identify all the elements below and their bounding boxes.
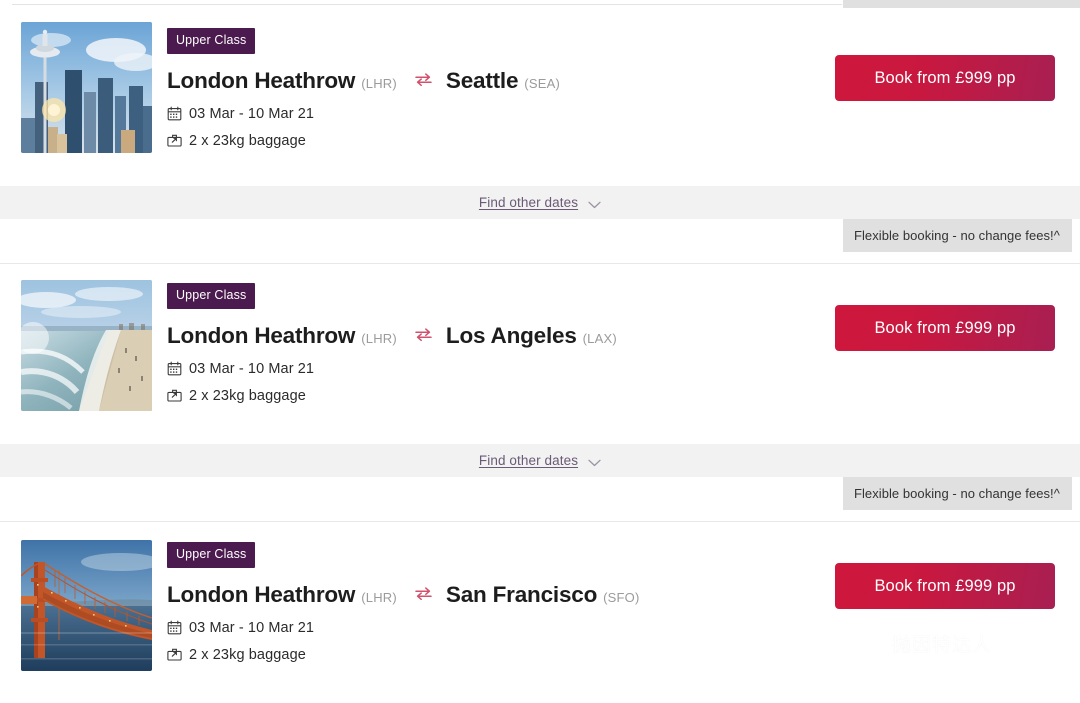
find-other-dates-link[interactable]: Find other dates	[479, 195, 578, 210]
calendar-icon	[167, 106, 182, 121]
origin-airport-code: (LHR)	[361, 75, 397, 91]
top-flexible-badge-remnant	[843, 0, 1080, 8]
origin-city: London Heathrow	[167, 67, 356, 93]
destination-airport-code: (SFO)	[603, 589, 640, 605]
route-line: London Heathrow (LHR) Los Angeles (LAX)	[167, 323, 617, 349]
destination-city: Seattle	[445, 67, 519, 93]
destination-thumbnail	[21, 540, 152, 671]
destination-city: Los Angeles	[445, 322, 577, 348]
origin-airport-code: (LHR)	[361, 330, 397, 346]
baggage-icon	[167, 388, 182, 403]
flexible-booking-strip: Flexible booking - no change fees!^	[0, 477, 1080, 522]
baggage-icon	[167, 133, 182, 148]
book-button[interactable]: Book from £999 pp	[835, 55, 1055, 101]
origin-airport-code: (LHR)	[361, 589, 397, 605]
cabin-class-badge: Upper Class	[167, 28, 256, 54]
flight-details: Upper Class London Heathrow (LHR) Los An…	[167, 283, 617, 404]
calendar-icon	[167, 620, 182, 635]
baggage-row: 2 x 23kg baggage	[167, 133, 560, 149]
destination-airport-code: (LAX)	[582, 330, 617, 346]
dates-row: 03 Mar - 10 Mar 21	[167, 106, 560, 122]
baggage-row: 2 x 23kg baggage	[167, 647, 640, 663]
origin-city: London Heathrow	[167, 581, 356, 607]
destination-thumbnail	[21, 22, 152, 153]
dates-row: 03 Mar - 10 Mar 21	[167, 620, 640, 636]
top-divider	[12, 4, 842, 5]
dates-row: 03 Mar - 10 Mar 21	[167, 361, 617, 377]
chevron-down-icon[interactable]	[588, 201, 601, 209]
find-other-dates-band[interactable]: Find other dates	[0, 186, 1080, 219]
top-cutoff-strip	[0, 0, 1080, 9]
cabin-class-badge: Upper Class	[167, 283, 256, 309]
flight-card: Upper Class London Heathrow (LHR) Los An…	[0, 264, 1080, 444]
book-button[interactable]: Book from £999 pp	[835, 563, 1055, 609]
baggage-allowance: 2 x 23kg baggage	[189, 132, 306, 149]
flight-card: Upper Class London Heathrow (LHR) Seattl…	[0, 9, 1080, 186]
flexible-booking-badge: Flexible booking - no change fees!^	[843, 219, 1072, 252]
book-button[interactable]: Book from £999 pp	[835, 305, 1055, 351]
baggage-row: 2 x 23kg baggage	[167, 388, 617, 404]
flight-results-page: Upper Class London Heathrow (LHR) Seattl…	[0, 0, 1080, 703]
route-line: London Heathrow (LHR) Seattle (SEA)	[167, 68, 560, 94]
flexible-booking-badge: Flexible booking - no change fees!^	[843, 477, 1072, 510]
chevron-down-icon[interactable]	[588, 459, 601, 467]
find-other-dates-link[interactable]: Find other dates	[479, 453, 578, 468]
destination-city: San Francisco	[445, 581, 598, 607]
destination-thumbnail	[21, 280, 152, 411]
swap-arrows-icon	[415, 327, 432, 341]
travel-dates: 03 Mar - 10 Mar 21	[189, 105, 315, 122]
swap-arrows-icon	[415, 72, 432, 86]
baggage-allowance: 2 x 23kg baggage	[189, 646, 306, 663]
find-other-dates-band[interactable]: Find other dates	[0, 444, 1080, 477]
baggage-allowance: 2 x 23kg baggage	[189, 387, 306, 404]
flight-details: Upper Class London Heathrow (LHR) San Fr…	[167, 542, 640, 663]
travel-dates: 03 Mar - 10 Mar 21	[189, 619, 315, 636]
flight-card: Upper Class London Heathrow (LHR) San Fr…	[0, 522, 1080, 703]
calendar-icon	[167, 361, 182, 376]
destination-airport-code: (SEA)	[524, 75, 560, 91]
origin-city: London Heathrow	[167, 322, 356, 348]
swap-arrows-icon	[415, 586, 432, 600]
cabin-class-badge: Upper Class	[167, 542, 256, 568]
travel-dates: 03 Mar - 10 Mar 21	[189, 360, 315, 377]
flight-details: Upper Class London Heathrow (LHR) Seattl…	[167, 28, 560, 149]
flexible-booking-strip: Flexible booking - no change fees!^	[0, 219, 1080, 264]
route-line: London Heathrow (LHR) San Francisco (SFO…	[167, 582, 640, 608]
baggage-icon	[167, 647, 182, 662]
